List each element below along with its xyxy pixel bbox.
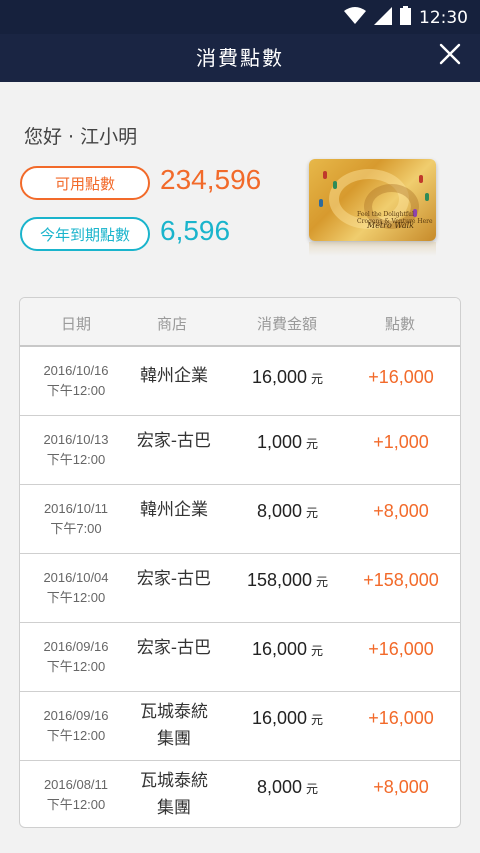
page-title: 消費點數 [196, 46, 284, 70]
row-datetime: 2016/10/16 下午12:00 [26, 361, 126, 401]
signal-icon [374, 6, 392, 29]
row-points: +8,000 [373, 777, 429, 797]
row-store: 宏家-古巴 [124, 635, 224, 662]
row-date: 2016/10/13 [43, 432, 109, 447]
row-store: 瓦城泰統 集團 [124, 768, 224, 822]
row-time: 下午12:00 [46, 728, 106, 743]
row-date: 2016/10/16 [43, 363, 109, 378]
row-datetime: 2016/10/04 下午12:00 [26, 568, 126, 608]
greeting-text: 您好 · 江小明 [24, 126, 138, 148]
row-time: 下午12:00 [46, 383, 106, 398]
column-header-amount: 消費金額 [256, 315, 317, 333]
row-datetime: 2016/08/11 下午12:00 [26, 775, 126, 815]
row-points: +8,000 [373, 501, 429, 521]
app-bar: 消費點數 [0, 34, 480, 82]
row-amount-value: 158,000 [246, 570, 313, 590]
row-store: 宏家-古巴 [124, 566, 224, 593]
row-store-line1: 瓦城泰統 [140, 702, 208, 722]
row-date: 2016/08/11 [43, 777, 109, 792]
row-time: 下午12:00 [46, 659, 106, 674]
row-amount-value: 8,000 [256, 777, 303, 797]
row-amount: 158,000 元 [230, 570, 345, 591]
available-points-label: 可用點數 [20, 166, 150, 200]
row-amount-unit: 元 [311, 713, 324, 727]
row-date: 2016/09/16 [43, 708, 109, 723]
row-amount-value: 16,000 [251, 708, 308, 728]
transactions-table: 日期 商店 消費金額 點數 2016/10/16 下午12:00 韓州企業 16… [19, 297, 461, 828]
row-store-line2: 集團 [157, 729, 191, 749]
table-row[interactable]: 2016/10/04 下午12:00 宏家-古巴 158,000 元 +158,0… [20, 554, 460, 623]
row-datetime: 2016/10/13 下午12:00 [26, 430, 126, 470]
status-time: 12:30 [419, 7, 468, 28]
status-icons: 12:30 [344, 6, 468, 29]
row-datetime: 2016/09/16 下午12:00 [26, 706, 126, 746]
row-store: 韓州企業 [124, 497, 224, 524]
table-row[interactable]: 2016/10/16 下午12:00 韓州企業 16,000 元 +16,000 [20, 347, 460, 416]
row-date: 2016/10/04 [43, 570, 109, 585]
table-header: 日期 商店 消費金額 點數 [20, 298, 460, 347]
row-amount-value: 16,000 [251, 639, 308, 659]
row-store: 韓州企業 [124, 363, 224, 390]
column-header-date: 日期 [60, 315, 91, 333]
status-bar: 12:30 [0, 0, 480, 34]
expiring-points-label: 今年到期點數 [20, 217, 150, 251]
row-store-line2: 集團 [157, 798, 191, 818]
table-row[interactable]: 2016/09/16 下午12:00 宏家-古巴 16,000 元 +16,000 [20, 623, 460, 692]
table-row[interactable]: 2016/10/13 下午12:00 宏家-古巴 1,000 元 +1,000 [20, 416, 460, 485]
points-content: 您好 · 江小明 可用點數 234,596 今年到期點數 6,596 Feel … [0, 82, 480, 853]
row-amount-value: 1,000 [256, 432, 303, 452]
row-amount: 8,000 元 [230, 501, 345, 522]
row-amount-unit: 元 [316, 575, 329, 589]
row-amount-value: 16,000 [251, 367, 308, 387]
row-store-line1: 宏家-古巴 [136, 431, 212, 451]
row-points: +16,000 [368, 367, 434, 387]
row-date: 2016/10/11 [43, 501, 109, 516]
table-row[interactable]: 2016/09/16 下午12:00 瓦城泰統 集團 16,000 元 +16,0… [20, 692, 460, 761]
row-store-line1: 韓州企業 [140, 366, 208, 386]
row-time: 下午12:00 [46, 797, 106, 812]
row-amount-unit: 元 [306, 437, 319, 451]
row-amount-unit: 元 [311, 644, 324, 658]
close-icon [439, 43, 461, 69]
battery-icon [400, 6, 411, 29]
row-amount: 16,000 元 [230, 708, 345, 729]
row-time: 下午7:00 [50, 521, 102, 536]
card-brand: Metro Walk [367, 221, 415, 230]
row-points: +16,000 [368, 639, 434, 659]
close-button[interactable] [434, 40, 466, 72]
available-points-value: 234,596 [160, 164, 262, 195]
row-amount-unit: 元 [306, 782, 319, 796]
row-points: +158,000 [363, 570, 439, 590]
row-points: +16,000 [368, 708, 434, 728]
row-store-line1: 宏家-古巴 [136, 638, 212, 658]
membership-card-image: Feel the Dolightful Crogens & Venture He… [309, 159, 436, 241]
column-header-store: 商店 [156, 315, 187, 333]
card-reflection [309, 242, 436, 256]
table-row[interactable]: 2016/10/11 下午7:00 韓州企業 8,000 元 +8,000 [20, 485, 460, 554]
row-amount: 16,000 元 [230, 367, 345, 388]
row-amount: 8,000 元 [230, 777, 345, 798]
row-amount-unit: 元 [311, 372, 324, 386]
row-amount: 1,000 元 [230, 432, 345, 453]
row-points: +1,000 [373, 432, 429, 452]
row-store: 宏家-古巴 [124, 428, 224, 455]
row-datetime: 2016/10/11 下午7:00 [26, 499, 126, 539]
row-date: 2016/09/16 [43, 639, 109, 654]
wifi-icon [344, 6, 366, 29]
row-store-line1: 宏家-古巴 [136, 569, 212, 589]
column-header-points: 點數 [384, 315, 415, 333]
row-store-line1: 瓦城泰統 [140, 771, 208, 791]
row-time: 下午12:00 [46, 452, 106, 467]
table-row[interactable]: 2016/08/11 下午12:00 瓦城泰統 集團 8,000 元 +8,000 [20, 761, 460, 827]
row-datetime: 2016/09/16 下午12:00 [26, 637, 126, 677]
row-time: 下午12:00 [46, 590, 106, 605]
row-store-line1: 韓州企業 [140, 500, 208, 520]
row-store: 瓦城泰統 集團 [124, 699, 224, 753]
row-amount-unit: 元 [306, 506, 319, 520]
expiring-points-value: 6,596 [160, 215, 231, 246]
row-amount: 16,000 元 [230, 639, 345, 660]
row-amount-value: 8,000 [256, 501, 303, 521]
